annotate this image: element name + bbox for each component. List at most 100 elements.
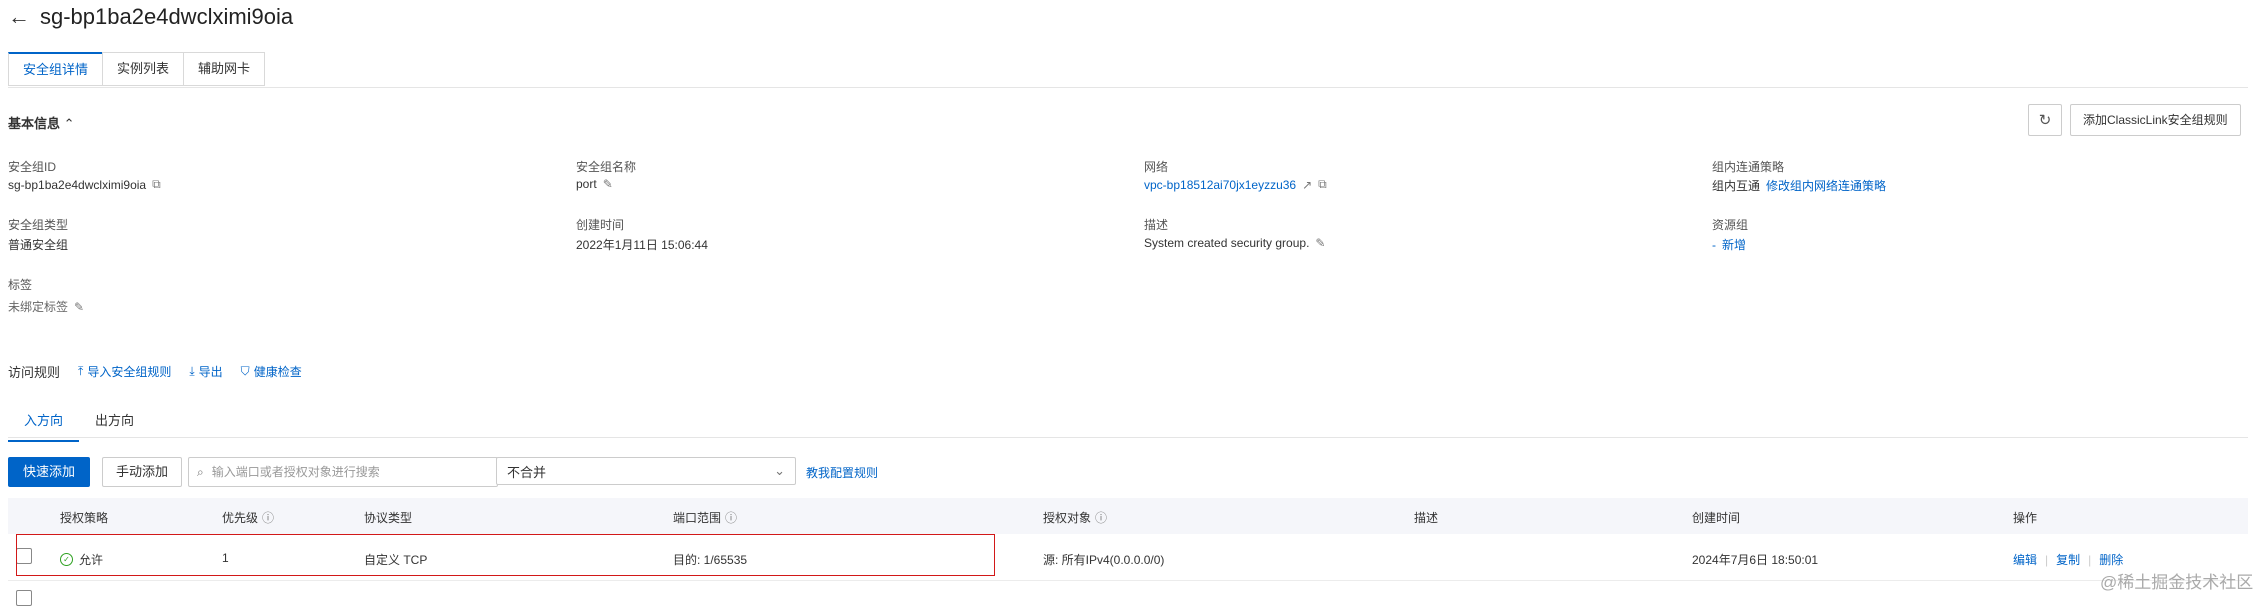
desc-value: System created security group. ✎: [1144, 236, 1325, 250]
created-value: 2022年1月11日 15:06:44: [576, 238, 708, 252]
row-object: 源: 所有IPv4(0.0.0.0/0): [1043, 553, 1165, 567]
help-icon[interactable]: ⓘ: [262, 509, 274, 526]
manual-add-button[interactable]: 手动添加: [102, 457, 182, 487]
row-created: 2024年7月6日 18:50:01: [1692, 553, 1819, 567]
upload-icon: ⤒: [78, 364, 84, 378]
export-link[interactable]: ⤓ 导出: [189, 363, 222, 380]
refresh-button[interactable]: ↻: [2028, 104, 2062, 136]
rules-toolbar: 访问规则 ⤒ 导入安全组规则 ⤓ 导出 ⛉ 健康检查: [8, 362, 302, 381]
import-rules-text: 导入安全组规则: [87, 365, 172, 379]
external-link-icon[interactable]: ↗: [1302, 178, 1312, 192]
tab-sg-details[interactable]: 安全组详情: [8, 52, 104, 86]
tab-secondary-nic[interactable]: 辅助网卡: [183, 52, 266, 86]
row-actions: 编辑 | 复制 | 删除: [2013, 551, 2123, 568]
edit-icon[interactable]: ✎: [1315, 236, 1325, 250]
row-checkbox[interactable]: [16, 590, 32, 606]
tags-value: 未绑定标签 ✎: [8, 298, 84, 315]
classic-link-button[interactable]: 添加ClassicLink安全组规则: [2070, 104, 2241, 136]
col-protocol: 协议类型: [364, 509, 412, 526]
sg-id-text: sg-bp1ba2e4dwclximi9oia: [8, 177, 147, 192]
network-label: 网络: [1144, 160, 1169, 174]
quick-add-button[interactable]: 快速添加: [8, 457, 90, 487]
merge-select-value: 不合并: [507, 464, 547, 480]
col-port-text: 端口范围: [673, 511, 722, 525]
sg-type-value: 普通安全组: [8, 238, 69, 252]
tags-label: 标签: [8, 278, 33, 292]
col-priority-text: 优先级: [222, 511, 259, 525]
col-actions-text: 操作: [2013, 511, 2038, 525]
chevron-down-icon: ⌄: [774, 463, 785, 478]
page-title: sg-bp1ba2e4dwclximi9oia: [40, 4, 294, 29]
chevron-up-icon[interactable]: ⌃: [64, 116, 75, 131]
col-actions: 操作: [2013, 509, 2037, 526]
edit-icon[interactable]: ✎: [74, 300, 84, 314]
import-rules-link[interactable]: ⤒ 导入安全组规则: [78, 363, 171, 380]
refresh-icon: ↻: [2038, 112, 2052, 129]
resource-group-dash: -: [1712, 237, 1716, 252]
highlight-box: [16, 534, 995, 576]
intra-policy-label: 组内连通策略: [1712, 160, 1785, 174]
health-check-text: 健康检查: [253, 365, 302, 379]
sg-id-value: sg-bp1ba2e4dwclximi9oia ⧉: [8, 177, 161, 192]
page-header: ← sg-bp1ba2e4dwclximi9oia: [8, 4, 293, 30]
delete-rule-link[interactable]: 删除: [2099, 551, 2123, 568]
help-icon[interactable]: ⓘ: [1095, 509, 1107, 526]
col-object-text: 授权对象: [1043, 511, 1092, 525]
help-icon[interactable]: ⓘ: [725, 509, 737, 526]
tutorial-link[interactable]: 教我配置规则: [806, 464, 878, 481]
search-box: ⌕: [188, 457, 498, 487]
sg-id-label: 安全组ID: [8, 160, 57, 174]
sg-name-text: port: [576, 177, 597, 191]
intra-policy-value: 组内互通 修改组内网络连通策略: [1712, 177, 1886, 194]
arrow-left-icon[interactable]: ←: [8, 4, 30, 30]
export-text: 导出: [198, 365, 223, 379]
desc-label: 描述: [1144, 218, 1169, 232]
search-input[interactable]: [209, 464, 484, 480]
col-priority: 优先级 ⓘ: [222, 509, 274, 526]
basic-info-title-text: 基本信息: [8, 116, 61, 131]
direction-divider: [8, 437, 2248, 438]
network-link[interactable]: vpc-bp18512ai70jx1eyzzu36: [1144, 178, 1296, 192]
rules-title: 访问规则: [8, 365, 61, 380]
basic-info-title[interactable]: 基本信息 ⌃: [8, 113, 75, 132]
search-icon: ⌕: [197, 464, 204, 479]
edit-icon[interactable]: ✎: [603, 177, 613, 191]
col-protocol-text: 协议类型: [364, 511, 413, 525]
col-policy: 授权策略: [60, 509, 108, 526]
separator: |: [2045, 552, 2049, 567]
col-port: 端口范围 ⓘ: [673, 509, 737, 526]
download-icon: ⤓: [189, 364, 195, 378]
watermark: @稀土掘金技术社区: [2100, 573, 2254, 592]
sg-type-label: 安全组类型: [8, 218, 69, 232]
tags-text: 未绑定标签: [8, 300, 69, 314]
separator: |: [2088, 552, 2092, 567]
table-row-partial: [8, 582, 2248, 606]
edit-rule-link[interactable]: 编辑: [2013, 551, 2037, 568]
network-value: vpc-bp18512ai70jx1eyzzu36 ↗ ⧉: [1144, 177, 1327, 192]
modify-policy-link[interactable]: 修改组内网络连通策略: [1766, 177, 1886, 194]
tab-outbound[interactable]: 出方向: [79, 408, 150, 440]
copy-rule-link[interactable]: 复制: [2056, 551, 2080, 568]
col-object: 授权对象 ⓘ: [1043, 509, 1107, 526]
tabs-divider: [8, 87, 2248, 88]
add-resource-group-link[interactable]: 新增: [1722, 236, 1746, 253]
sg-name-value: port ✎: [576, 177, 613, 191]
col-created: 创建时间: [1692, 509, 1740, 526]
col-created-text: 创建时间: [1692, 511, 1741, 525]
created-label: 创建时间: [576, 218, 625, 232]
copy-icon[interactable]: ⧉: [152, 177, 161, 192]
desc-text: System created security group.: [1144, 236, 1310, 250]
table-header: 授权策略 优先级 ⓘ 协议类型 端口范围 ⓘ 授权对象 ⓘ 描述 创建时间 操作: [8, 498, 2248, 534]
resource-group-label: 资源组: [1712, 218, 1749, 232]
col-desc-text: 描述: [1414, 511, 1439, 525]
col-policy-text: 授权策略: [60, 511, 109, 525]
col-desc: 描述: [1414, 509, 1438, 526]
tab-instance-list[interactable]: 实例列表: [102, 52, 185, 86]
health-check-link[interactable]: ⛉ 健康检查: [241, 363, 302, 380]
resource-group-value: - 新增: [1712, 236, 1746, 253]
sg-name-label: 安全组名称: [576, 160, 637, 174]
copy-icon[interactable]: ⧉: [1318, 177, 1327, 192]
shield-icon: ⛉: [240, 364, 250, 378]
merge-select[interactable]: 不合并 ⌄: [496, 457, 796, 485]
intra-policy-text: 组内互通: [1712, 179, 1761, 193]
